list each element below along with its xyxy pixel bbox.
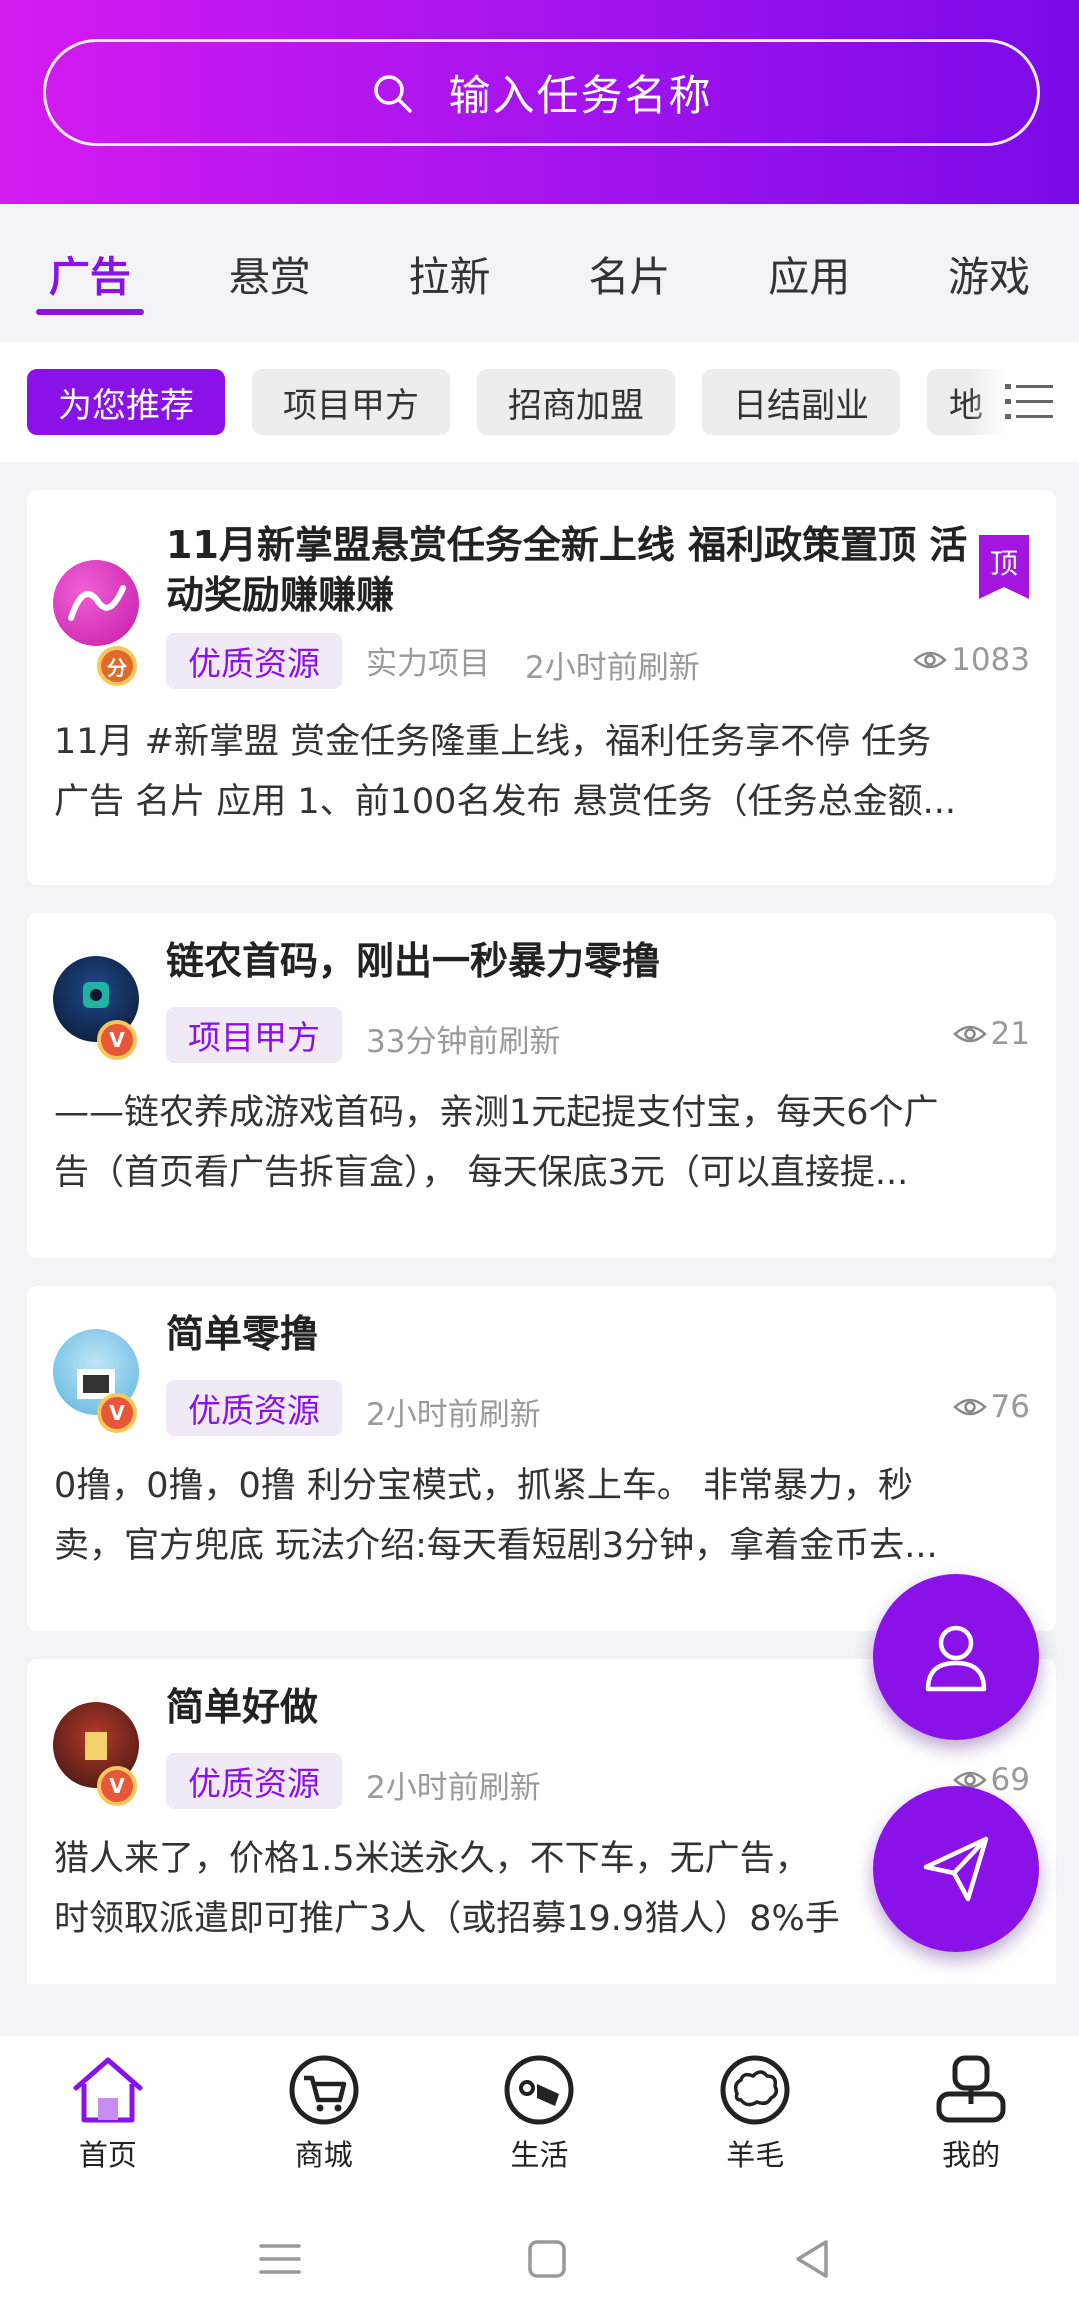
category-tag: 优质资源	[166, 1380, 342, 1436]
description-line: 时领取派遣即可推广3人（或招募19.9猎人）8%手	[54, 1899, 840, 1939]
card-title-line: 11月新掌盟悬赏任务全新上线 福利政策置顶 活	[166, 523, 968, 567]
description-line: 0撸，0撸，0撸 利分宝模式，抓紧上车。 非常暴力，秒	[54, 1466, 914, 1506]
refresh-time: 33分钟前刷新	[366, 1024, 561, 1060]
bottom-navigation: 首页 商城 生活 羊毛 我的	[0, 2036, 1079, 2196]
description-line: 广告 名片 应用 1、前100名发布 悬赏任务（任务总金额...	[54, 782, 956, 822]
cart-icon	[289, 2055, 359, 2125]
view-count-value: 69	[990, 1762, 1030, 1798]
description-line: 11月 #新掌盟 赏金任务隆重上线，福利任务享不停 任务	[54, 722, 932, 762]
tab-pull-new[interactable]: 拉新	[360, 204, 540, 342]
card-description: 0撸，0撸，0撸 利分宝模式，抓紧上车。 非常暴力，秒 卖，官方兜底 玩法介绍:…	[54, 1456, 1014, 1576]
refresh-time: 2小时前刷新	[366, 1397, 541, 1433]
view-count: 21	[952, 1016, 1030, 1052]
task-card[interactable]: V 链农首码，刚出一秒暴力零撸 项目甲方 33分钟前刷新 21 ——链农养成游戏…	[27, 913, 1056, 1258]
description-line: ——链农养成游戏首码，亲测1元起提支付宝，每天6个广	[54, 1093, 939, 1133]
view-count-value: 21	[990, 1016, 1030, 1052]
search-icon	[374, 74, 413, 113]
chip-recommended[interactable]: 为您推荐	[27, 369, 225, 435]
nav-mine[interactable]: 我的	[863, 2036, 1079, 2196]
nav-label: 羊毛	[726, 2138, 785, 2172]
profile-icon	[936, 2055, 1006, 2123]
nav-life[interactable]: 生活	[432, 2036, 648, 2196]
vip-badge: V	[97, 1766, 137, 1806]
description-line: 告（首页看广告拆盲盒）， 每天保底3元（可以直接提...	[54, 1153, 909, 1193]
header: 输入任务名称	[0, 0, 1079, 204]
nav-label: 首页	[78, 2138, 137, 2172]
tab-label: 应用	[768, 253, 851, 301]
project-strength-label: 实力项目	[366, 646, 490, 682]
refresh-time: 2小时前刷新	[525, 650, 700, 686]
tab-business-card[interactable]: 名片	[539, 204, 719, 342]
publish-fab-button[interactable]	[873, 1786, 1039, 1952]
home-button-icon[interactable]	[522, 2234, 572, 2284]
card-title: 简单零撸	[166, 1312, 319, 1356]
category-tag: 优质资源	[166, 633, 342, 689]
life-icon	[504, 2055, 574, 2125]
nav-wool[interactable]: 羊毛	[647, 2036, 863, 2196]
level-badge: 分	[97, 646, 137, 686]
sheep-icon	[720, 2055, 790, 2125]
nav-home[interactable]: 首页	[0, 2036, 216, 2196]
chip-franchise[interactable]: 招商加盟	[477, 369, 675, 435]
tab-label: 悬赏	[228, 253, 311, 301]
view-count-value: 76	[990, 1389, 1030, 1425]
category-tag: 优质资源	[166, 1753, 342, 1809]
task-card[interactable]: 分 11月新掌盟悬赏任务全新上线 福利政策置顶 活 动奖励赚赚赚 顶 优质资源 …	[27, 490, 1056, 885]
tab-label: 游戏	[948, 253, 1031, 301]
tab-bounty[interactable]: 悬赏	[180, 204, 360, 342]
pinned-top-label: 顶	[990, 547, 1018, 580]
nav-label: 生活	[510, 2138, 569, 2172]
refresh-time: 2小时前刷新	[366, 1770, 541, 1806]
system-navigation-bar	[0, 2196, 1079, 2320]
user-icon	[925, 1625, 987, 1692]
nav-label: 我的	[942, 2138, 1001, 2172]
nav-label: 商城	[294, 2138, 353, 2172]
active-tab-indicator	[35, 309, 144, 315]
tab-apps[interactable]: 应用	[719, 204, 899, 342]
chip-project-party[interactable]: 项目甲方	[252, 369, 450, 435]
tab-games[interactable]: 游戏	[899, 204, 1079, 342]
category-tag: 项目甲方	[166, 1007, 342, 1063]
card-description: 猎人来了，价格1.5米送永久，不下车，无广告， 时领取派遣即可推广3人（或招募1…	[54, 1829, 1014, 1949]
tab-ads[interactable]: 广告	[0, 204, 180, 342]
chip-daily-sideline[interactable]: 日结副业	[702, 369, 900, 435]
tab-label: 广告	[48, 253, 131, 301]
card-description: 11月 #新掌盟 赏金任务隆重上线，福利任务享不停 任务 广告 名片 应用 1、…	[54, 712, 1049, 832]
tab-label: 名片	[588, 253, 671, 301]
vip-badge: V	[97, 1020, 137, 1060]
search-input[interactable]: 输入任务名称	[43, 39, 1040, 146]
eye-icon	[952, 1398, 987, 1416]
avatar	[53, 560, 139, 646]
send-icon	[923, 1836, 989, 1902]
vip-badge: V	[97, 1393, 137, 1433]
view-count-value: 1083	[951, 642, 1030, 678]
description-line: 卖，官方兜底 玩法介绍:每天看短剧3分钟，拿着金币去...	[54, 1526, 938, 1566]
list-menu-icon[interactable]	[1005, 380, 1053, 424]
home-icon	[73, 2057, 143, 2123]
recent-apps-icon[interactable]	[255, 2234, 305, 2284]
card-title-line: 动奖励赚赚赚	[166, 573, 395, 617]
pinned-top-icon: 顶	[979, 535, 1029, 599]
tab-label: 拉新	[408, 253, 491, 301]
eye-icon	[952, 1025, 987, 1043]
card-title: 简单好做	[166, 1685, 319, 1729]
card-title: 链农首码，刚出一秒暴力零撸	[166, 939, 661, 983]
card-title: 11月新掌盟悬赏任务全新上线 福利政策置顶 活 动奖励赚赚赚	[166, 520, 967, 620]
task-card[interactable]: V 简单零撸 优质资源 2小时前刷新 76 0撸，0撸，0撸 利分宝模式，抓紧上…	[27, 1286, 1056, 1631]
eye-icon	[913, 651, 947, 669]
description-line: 猎人来了，价格1.5米送永久，不下车，无广告，	[54, 1839, 810, 1879]
filter-chips: 为您推荐 项目甲方 招商加盟 日结副业 地	[0, 342, 1079, 462]
view-count: 76	[952, 1389, 1030, 1425]
nav-mall[interactable]: 商城	[216, 2036, 432, 2196]
profile-fab-button[interactable]	[873, 1574, 1039, 1740]
view-count: 1083	[913, 642, 1030, 678]
card-description: ——链农养成游戏首码，亲测1元起提支付宝，每天6个广 告（首页看广告拆盲盒）， …	[54, 1083, 1049, 1203]
search-placeholder: 输入任务名称	[448, 71, 713, 120]
category-tabs: 广告 悬赏 拉新 名片 应用 游戏	[0, 204, 1079, 342]
back-icon[interactable]	[788, 2234, 838, 2284]
